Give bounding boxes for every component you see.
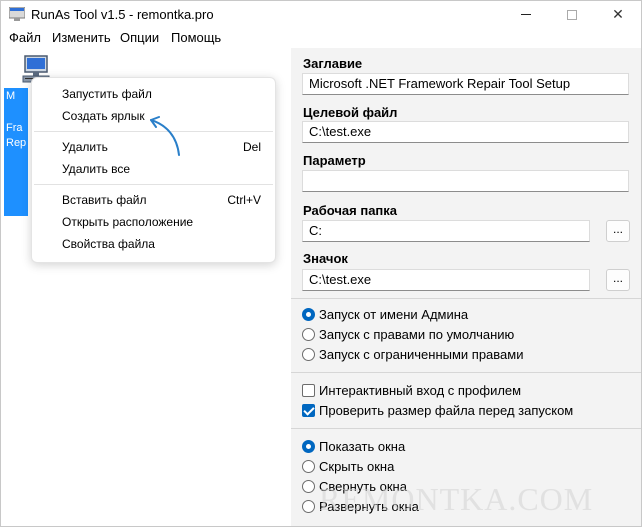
app-icon xyxy=(9,7,25,21)
menu-item-create-shortcut[interactable]: Создать ярлык xyxy=(62,109,145,123)
maximize-button[interactable] xyxy=(549,1,595,28)
interactive-login-checkbox[interactable] xyxy=(302,384,315,397)
hide-windows-option[interactable]: Скрыть окна xyxy=(302,459,394,474)
run-as-admin-radio[interactable] xyxy=(302,308,315,321)
working-folder-label: Рабочая папка xyxy=(303,203,398,218)
run-default-rights-label: Запуск с правами по умолчанию xyxy=(319,327,515,342)
run-as-admin-label: Запуск от имени Админа xyxy=(319,307,469,322)
menu-file[interactable]: Файл xyxy=(9,30,41,45)
section-divider xyxy=(291,298,641,299)
interactive-login-option[interactable]: Интерактивный вход с профилем xyxy=(302,383,521,398)
menu-item-paste-shortcut: Ctrl+V xyxy=(227,193,261,207)
verify-size-label: Проверить размер файла перед запуском xyxy=(319,403,574,418)
interactive-login-label: Интерактивный вход с профилем xyxy=(319,383,522,398)
app-window: RunAs Tool v1.5 - remontka.pro ✕ Файл Из… xyxy=(0,0,642,527)
selected-item-text-2: Fra xyxy=(6,122,23,134)
menu-item-file-properties[interactable]: Свойства файла xyxy=(62,237,155,251)
pointer-arrow-icon xyxy=(150,116,180,156)
window-title: RunAs Tool v1.5 - remontka.pro xyxy=(31,7,214,22)
menu-separator xyxy=(34,184,273,185)
minimize-button[interactable] xyxy=(503,1,549,28)
selected-item-text-1: M xyxy=(6,90,16,102)
target-file-label: Целевой файл xyxy=(303,105,398,120)
context-menu: Запустить файл Создать ярлык Удалить Del… xyxy=(31,77,276,263)
show-windows-radio[interactable] xyxy=(302,440,315,453)
minimize-windows-radio[interactable] xyxy=(302,480,315,493)
menu-item-open-location[interactable]: Открыть расположение xyxy=(62,215,193,229)
verify-size-checkbox[interactable] xyxy=(302,404,315,417)
run-limited-rights-label: Запуск с ограниченными правами xyxy=(319,347,524,362)
parameter-field[interactable] xyxy=(302,170,629,192)
title-bar[interactable]: RunAs Tool v1.5 - remontka.pro ✕ xyxy=(1,1,641,28)
minimize-icon xyxy=(521,14,531,15)
maximize-icon xyxy=(567,9,577,20)
watermark: REMONTKA.COM xyxy=(319,481,594,517)
working-folder-field[interactable]: C: xyxy=(302,220,590,242)
menu-item-delete-all[interactable]: Удалить все xyxy=(62,162,130,176)
menu-bar: Файл Изменить Опции Помощь xyxy=(1,28,641,48)
target-file-field[interactable]: C:\test.exe xyxy=(302,121,629,143)
menu-item-run-file[interactable]: Запустить файл xyxy=(62,87,152,101)
section-divider xyxy=(291,372,641,373)
section-divider xyxy=(291,428,641,429)
run-default-rights-radio[interactable] xyxy=(302,328,315,341)
menu-item-paste-file[interactable]: Вставить файл xyxy=(62,193,146,207)
browse-working-folder-button[interactable]: ... xyxy=(606,220,630,242)
menu-item-delete[interactable]: Удалить xyxy=(62,140,108,154)
menu-item-delete-shortcut: Del xyxy=(242,140,261,154)
icon-field-label: Значок xyxy=(303,251,348,266)
hide-windows-label: Скрыть окна xyxy=(319,459,395,474)
browse-icon-button[interactable]: ... xyxy=(606,269,630,291)
verify-size-option[interactable]: Проверить размер файла перед запуском xyxy=(302,403,573,418)
properties-panel: Заглавие Microsoft .NET Framework Repair… xyxy=(291,48,641,526)
parameter-label: Параметр xyxy=(303,153,366,168)
maximize-windows-radio[interactable] xyxy=(302,500,315,513)
selected-item-text-3: Rep xyxy=(6,137,27,149)
icon-field[interactable]: C:\test.exe xyxy=(302,269,590,291)
show-windows-label: Показать окна xyxy=(319,439,406,454)
title-field-label: Заглавие xyxy=(303,56,363,71)
run-limited-rights-option[interactable]: Запуск с ограниченными правами xyxy=(302,347,523,362)
title-field[interactable]: Microsoft .NET Framework Repair Tool Set… xyxy=(302,73,629,95)
selected-item-label[interactable]: M Fra Rep xyxy=(4,88,28,216)
close-icon: ✕ xyxy=(612,6,624,22)
run-default-rights-option[interactable]: Запуск с правами по умолчанию xyxy=(302,327,514,342)
menu-edit[interactable]: Изменить xyxy=(52,30,111,45)
hide-windows-radio[interactable] xyxy=(302,460,315,473)
run-as-admin-option[interactable]: Запуск от имени Админа xyxy=(302,307,468,322)
run-limited-rights-radio[interactable] xyxy=(302,348,315,361)
menu-help[interactable]: Помощь xyxy=(171,30,221,45)
close-button[interactable]: ✕ xyxy=(595,1,641,28)
menu-options[interactable]: Опции xyxy=(120,30,159,45)
show-windows-option[interactable]: Показать окна xyxy=(302,439,405,454)
